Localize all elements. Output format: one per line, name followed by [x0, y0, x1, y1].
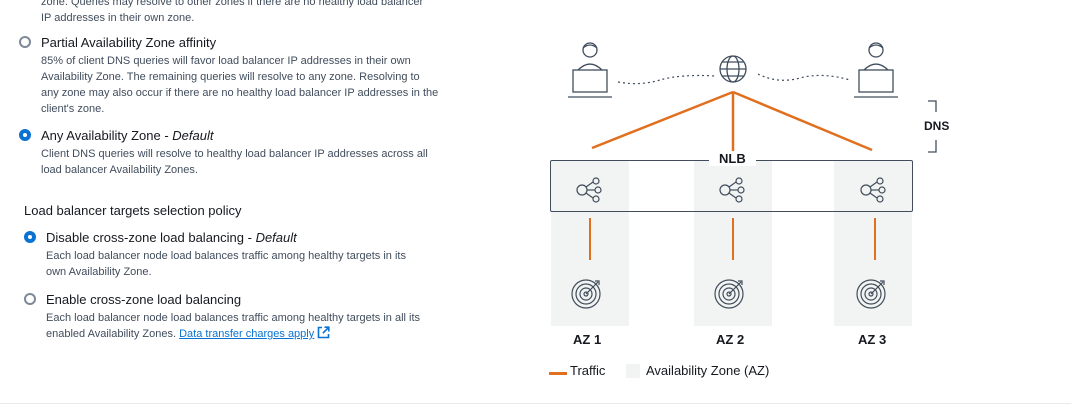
- dns-bracket-bottom: [928, 140, 937, 153]
- traffic-line-az3: [732, 90, 873, 152]
- option-description: Each load balancer node load balances tr…: [46, 312, 421, 340]
- globe-icon: [719, 55, 747, 83]
- option-label: Disable cross-zone load balancing - Defa…: [46, 230, 297, 245]
- target-icon: [571, 279, 601, 309]
- user-icon: [854, 42, 898, 98]
- settings-panel: zone. Queries may resolve to other zones…: [0, 0, 500, 405]
- dotted-connection-left: [617, 74, 716, 85]
- legend-traffic-swatch: [549, 372, 567, 375]
- az-label-3: AZ 3: [858, 332, 887, 347]
- external-link-icon[interactable]: [317, 326, 330, 339]
- user-icon: [568, 42, 612, 98]
- legend-az-label: Availability Zone (AZ): [646, 363, 770, 378]
- radio-button-selected[interactable]: [24, 231, 36, 243]
- option-description: Each load balancer node load balances tr…: [46, 250, 406, 278]
- legend-traffic-label: Traffic: [570, 363, 606, 378]
- radio-button-selected[interactable]: [19, 129, 31, 141]
- section-title: Load balancer targets selection policy: [24, 203, 242, 218]
- option-description: 85% of client DNS queries will favor loa…: [41, 55, 439, 115]
- option-label: Partial Availability Zone affinity: [41, 35, 217, 50]
- legend-az-swatch: [626, 364, 640, 378]
- target-icon: [856, 279, 886, 309]
- option-label: Enable cross-zone load balancing: [46, 292, 242, 307]
- dotted-connection-right: [757, 73, 851, 81]
- dns-label: DNS: [924, 119, 950, 133]
- az-label-2: AZ 2: [716, 332, 745, 347]
- divider: [0, 403, 1071, 404]
- radio-button[interactable]: [19, 36, 31, 48]
- cut-off-description: zone. Queries may resolve to other zones…: [41, 0, 424, 24]
- option-label: Any Availability Zone - Default: [41, 128, 214, 143]
- nlb-box: [550, 160, 913, 212]
- dns-bracket-top: [928, 100, 937, 112]
- az-label-1: AZ 1: [573, 332, 602, 347]
- nlb-label: NLB: [709, 151, 756, 166]
- target-icon: [714, 279, 744, 309]
- page: zone. Queries may resolve to other zones…: [0, 0, 1071, 405]
- data-transfer-charges-link[interactable]: Data transfer charges apply: [179, 328, 314, 340]
- nlb-diagram: NLB DNS AZ 1 AZ 2 AZ 3 Traffic Availabil…: [520, 0, 1071, 405]
- traffic-line-az1: [591, 90, 734, 150]
- option-description: Client DNS queries will resolve to healt…: [41, 148, 428, 176]
- radio-button[interactable]: [24, 293, 36, 305]
